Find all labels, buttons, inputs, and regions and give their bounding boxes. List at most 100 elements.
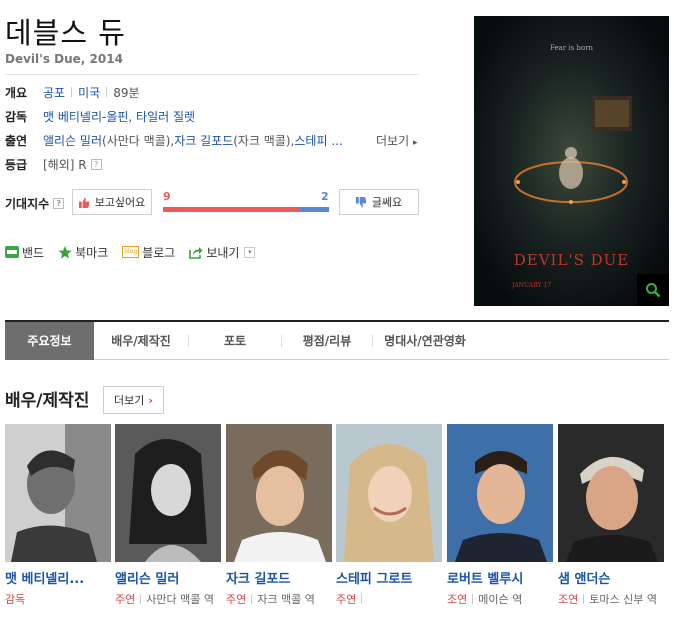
director-label: 감독 <box>5 109 28 124</box>
person-name[interactable]: 자크 길포드 <box>226 568 332 587</box>
section-title: 배우/제작진 <box>5 391 90 411</box>
person-photo[interactable] <box>447 424 553 562</box>
runtime: 89분 <box>113 85 140 100</box>
want-to-see-button[interactable]: 보고싶어요 <box>72 189 152 215</box>
send-label: 보내기 <box>206 245 240 260</box>
content-tabs: 주요정보 배우/제작진 포토 평점/리뷰 명대사/연관영화 <box>5 320 669 360</box>
person-card[interactable]: 스테피 그로트 주연 <box>336 424 442 609</box>
cast-role-2: (자크 맥콜), <box>233 133 295 148</box>
person-card[interactable]: 맷 베티넬리... 감독 <box>5 424 111 609</box>
help-icon[interactable]: ? <box>53 198 65 209</box>
band-share[interactable]: 밴드 <box>5 244 44 261</box>
country-link[interactable]: 미국 <box>78 84 100 101</box>
person-photo-image <box>5 424 111 562</box>
tab-quotes-related[interactable]: 명대사/연관영화 <box>373 322 477 360</box>
help-icon[interactable]: ? <box>90 158 102 170</box>
expect-bar-want-fill <box>163 207 300 212</box>
director-row: 감독 맷 베티넬리-올핀, 타일러 질렛 <box>5 107 195 125</box>
band-icon <box>5 246 19 258</box>
no-count: 2 <box>321 190 329 203</box>
cast-link-3[interactable]: 스테피 ... <box>294 132 342 149</box>
divider <box>583 594 585 604</box>
expect-bar <box>163 207 329 212</box>
blog-share[interactable]: blog 블로그 <box>122 244 175 261</box>
expect-label-text: 기대지수 <box>5 197 50 211</box>
directors-link[interactable]: 맷 베티넬리-올핀, 타일러 질렛 <box>43 108 195 125</box>
divider <box>71 87 73 97</box>
cast-link-2[interactable]: 자크 길포드 <box>174 132 233 149</box>
person-photo[interactable] <box>558 424 664 562</box>
person-role: 조연 토마스 신부 역 <box>558 591 664 609</box>
chevron-right-icon: › <box>148 393 153 407</box>
person-character: 자크 맥콜 역 <box>257 593 315 606</box>
person-name[interactable]: 앨리슨 밀러 <box>115 568 221 587</box>
search-icon <box>646 283 661 298</box>
person-name[interactable]: 샘 앤더슨 <box>558 568 664 587</box>
divider <box>361 594 363 604</box>
person-name[interactable]: 맷 베티넬리... <box>5 568 111 587</box>
no-button-label: 글쎄요 <box>371 196 403 209</box>
person-name[interactable]: 로버트 벨루시 <box>447 568 553 587</box>
divider <box>472 594 474 604</box>
zoom-button[interactable] <box>637 274 669 306</box>
person-card[interactable]: 샘 앤더슨 조연 토마스 신부 역 <box>558 424 664 609</box>
rating-label: 등급 <box>5 157 28 172</box>
person-type: 조연 <box>558 593 579 606</box>
person-character: 토마스 신부 역 <box>589 593 657 606</box>
expect-label: 기대지수 ? <box>5 195 65 212</box>
band-label: 밴드 <box>22 245 45 260</box>
person-photo[interactable] <box>336 424 442 562</box>
chevron-down-icon[interactable]: ▾ <box>244 246 256 258</box>
genre-link[interactable]: 공포 <box>43 84 65 101</box>
cast-link-1[interactable]: 앨리슨 밀러 <box>43 132 102 149</box>
thumbs-down-icon <box>355 196 366 208</box>
not-sure-button[interactable]: 글쎄요 <box>339 189 419 215</box>
bookmark-share[interactable]: 북마크 <box>58 244 108 261</box>
person-name[interactable]: 스테피 그로트 <box>336 568 442 587</box>
person-role: 주연 자크 맥콜 역 <box>226 591 332 609</box>
person-photo-image <box>336 424 442 562</box>
tab-label: 평점/리뷰 <box>302 334 352 348</box>
person-card[interactable]: 앨리슨 밀러 주연 사만다 맥콜 역 <box>115 424 221 609</box>
person-type: 주연 <box>336 593 357 606</box>
person-card[interactable]: 자크 길포드 주연 자크 맥콜 역 <box>226 424 332 609</box>
tab-reviews[interactable]: 평점/리뷰 <box>282 322 372 360</box>
star-icon <box>58 245 72 258</box>
more-button[interactable]: 더보기 › <box>103 386 164 414</box>
tab-cast-crew[interactable]: 배우/제작진 <box>94 322 188 360</box>
thumbs-up-icon <box>78 196 89 208</box>
poster-title: DEVIL'S DUE <box>513 251 630 269</box>
want-button-label: 보고싶어요 <box>94 196 146 209</box>
tab-photo[interactable]: 포토 <box>189 322 281 360</box>
poster-date: JANUARY 17 <box>512 282 552 289</box>
person-type: 주연 <box>226 593 247 606</box>
send-share[interactable]: 보내기 ▾ <box>189 244 256 261</box>
share-arrow-icon <box>189 246 203 259</box>
chevron-right-icon: ▸ <box>412 138 418 148</box>
movie-poster[interactable]: Fear is born DEVIL'S DUE JANUARY 17 <box>474 16 669 306</box>
tab-label: 주요정보 <box>27 334 72 348</box>
rating-value: [해외] R <box>43 157 87 172</box>
divider <box>106 87 108 97</box>
cast-more-link[interactable]: 더보기 ▸ <box>376 132 417 149</box>
person-type: 감독 <box>5 593 26 606</box>
poster-tagline: Fear is born <box>550 44 593 52</box>
divider <box>140 594 142 604</box>
divider <box>251 594 253 604</box>
person-photo[interactable] <box>115 424 221 562</box>
cast-label: 출연 <box>5 133 28 148</box>
tab-main-info[interactable]: 주요정보 <box>5 321 94 360</box>
rating-row: 등급 [해외] R ? <box>5 155 102 173</box>
movie-title: 데블스 듀 <box>5 16 126 50</box>
person-photo[interactable] <box>5 424 111 562</box>
person-photo-image <box>558 424 664 562</box>
person-role: 감독 <box>5 591 111 609</box>
want-count: 9 <box>163 190 171 203</box>
more-button-label: 더보기 <box>114 394 145 407</box>
person-photo[interactable] <box>226 424 332 562</box>
blog-icon: blog <box>122 246 140 258</box>
tab-label: 배우/제작진 <box>111 334 171 348</box>
bookmark-label: 북마크 <box>75 245 109 260</box>
person-role: 주연 사만다 맥콜 역 <box>115 591 221 609</box>
person-card[interactable]: 로버트 벨루시 조연 메이슨 역 <box>447 424 553 609</box>
